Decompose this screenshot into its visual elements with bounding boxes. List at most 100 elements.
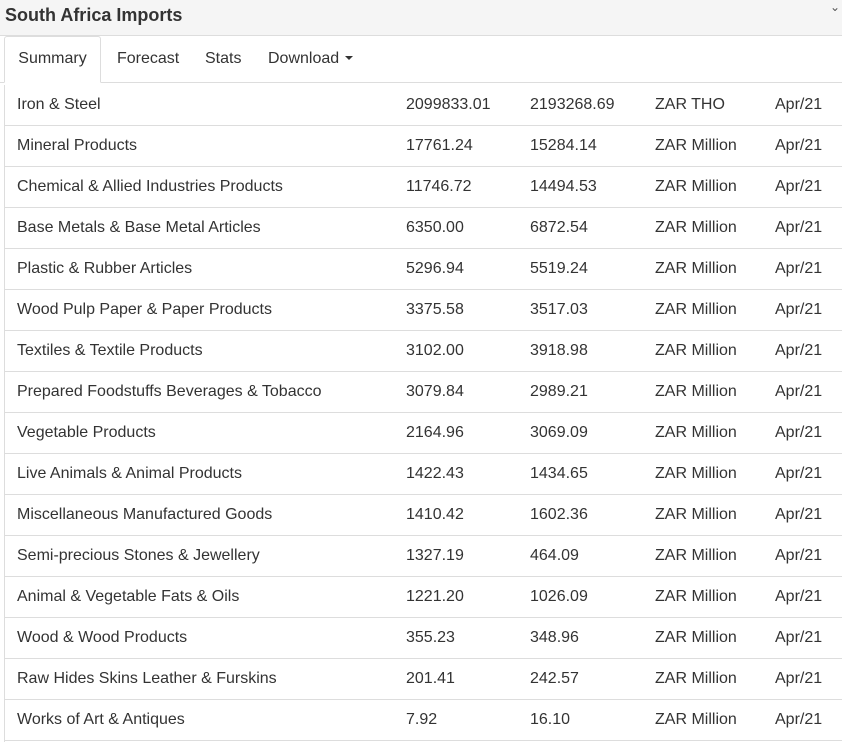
row-unit: ZAR Million — [655, 219, 737, 236]
tab-download-label: Download — [268, 50, 340, 67]
row-date: Apr/21 — [775, 301, 823, 318]
row-name[interactable]: Iron & Steel — [17, 85, 101, 125]
table-row: Plastic & Rubber Articles 5296.94 5519.24 Z… — [5, 249, 842, 290]
row-name[interactable]: Chemical & Allied Industries Products — [17, 167, 283, 207]
row-name[interactable]: Semi-precious Stones & Jewellery — [17, 536, 260, 576]
row-date: Apr/21 — [775, 424, 823, 441]
row-unit: ZAR Million — [655, 588, 737, 605]
row-name[interactable]: Works of Art & Antiques — [17, 700, 185, 740]
tab-stats[interactable]: Stats — [205, 36, 241, 82]
tab-forecast-label: Forecast — [117, 50, 180, 67]
row-last-value: 201.41 — [406, 670, 455, 687]
row-last-value: 1422.43 — [406, 465, 464, 482]
row-name[interactable]: Miscellaneous Manufactured Goods — [17, 495, 272, 535]
row-name[interactable]: Wood & Wood Products — [17, 618, 187, 658]
table-row: Animal & Vegetable Fats & Oils 1221.20 102… — [5, 577, 842, 618]
tab-forecast[interactable]: Forecast — [117, 36, 179, 82]
tab-summary-label: Summary — [18, 50, 87, 67]
row-last-value: 2099833.01 — [406, 96, 491, 113]
row-previous-value: 348.96 — [530, 629, 579, 646]
row-previous-value: 1602.36 — [530, 506, 588, 523]
row-last-value: 355.23 — [406, 629, 455, 646]
row-date: Apr/21 — [775, 219, 823, 236]
row-date: Apr/21 — [775, 96, 823, 113]
row-last-value: 11746.72 — [406, 178, 472, 195]
row-name[interactable]: Prepared Foodstuffs Beverages & Tobacco — [17, 372, 321, 412]
row-unit: ZAR Million — [655, 383, 737, 400]
tab-summary[interactable]: Summary — [4, 36, 101, 83]
row-date: Apr/21 — [775, 629, 823, 646]
table-row: Base Metals & Base Metal Articles 6350.00… — [5, 208, 842, 249]
row-unit: ZAR Million — [655, 711, 737, 728]
row-unit: ZAR Million — [655, 547, 737, 564]
table-row: Wood Pulp Paper & Paper Products 3375.58 3… — [5, 290, 842, 331]
row-unit: ZAR Million — [655, 506, 737, 523]
table-row: Iron & Steel 2099833.01 2193268.69 ZAR THO A… — [5, 85, 842, 126]
title-bar: South Africa Imports ⌄ — [0, 0, 842, 36]
row-last-value: 3079.84 — [406, 383, 464, 400]
row-previous-value: 14494.53 — [530, 178, 597, 195]
row-unit: ZAR Million — [655, 301, 737, 318]
table-row: Chemical & Allied Industries Products 117… — [5, 167, 842, 208]
row-name[interactable]: Raw Hides Skins Leather & Furskins — [17, 659, 277, 699]
row-date: Apr/21 — [775, 506, 823, 523]
page: South Africa Imports ⌄ Summary Forecast … — [0, 0, 842, 742]
row-last-value: 2164.96 — [406, 424, 464, 441]
row-unit: ZAR Million — [655, 424, 737, 441]
table-row: Mineral Products 17761.24 15284.14 ZAR Mill… — [5, 126, 842, 167]
row-unit: ZAR Million — [655, 137, 737, 154]
row-last-value: 3375.58 — [406, 301, 464, 318]
row-previous-value: 3517.03 — [530, 301, 588, 318]
row-unit: ZAR Million — [655, 260, 737, 277]
row-previous-value: 1434.65 — [530, 465, 588, 482]
row-previous-value: 3918.98 — [530, 342, 588, 359]
row-previous-value: 6872.54 — [530, 219, 588, 236]
imports-table: Iron & Steel 2099833.01 2193268.69 ZAR THO A… — [4, 85, 842, 742]
row-unit: ZAR THO — [655, 96, 725, 113]
row-date: Apr/21 — [775, 342, 823, 359]
row-date: Apr/21 — [775, 137, 823, 154]
row-name[interactable]: Base Metals & Base Metal Articles — [17, 208, 261, 248]
tab-stats-label: Stats — [205, 50, 242, 67]
row-previous-value: 16.10 — [530, 711, 571, 728]
row-last-value: 5296.94 — [406, 260, 464, 277]
row-last-value: 1410.42 — [406, 506, 464, 523]
table-row: Prepared Foodstuffs Beverages & Tobacco 3… — [5, 372, 842, 413]
row-unit: ZAR Million — [655, 178, 737, 195]
table-row: Miscellaneous Manufactured Goods 1410.42 1… — [5, 495, 842, 536]
row-previous-value: 2989.21 — [530, 383, 588, 400]
caret-down-icon — [345, 55, 354, 60]
row-date: Apr/21 — [775, 670, 823, 687]
corner-caret-icon: ⌄ — [829, 0, 840, 14]
row-date: Apr/21 — [775, 547, 823, 564]
row-last-value: 7.92 — [406, 711, 438, 728]
row-previous-value: 15284.14 — [530, 137, 597, 154]
row-previous-value: 242.57 — [530, 670, 579, 687]
table-row: Semi-precious Stones & Jewellery 1327.19 4… — [5, 536, 842, 577]
row-last-value: 3102.00 — [406, 342, 464, 359]
row-name[interactable]: Vegetable Products — [17, 413, 156, 453]
table-row: Live Animals & Animal Products 1422.43 143… — [5, 454, 842, 495]
tab-download[interactable]: Download — [268, 36, 354, 82]
table-row: Vegetable Products 2164.96 3069.09 ZAR Mill… — [5, 413, 842, 454]
row-date: Apr/21 — [775, 465, 823, 482]
row-name[interactable]: Mineral Products — [17, 126, 137, 166]
row-last-value: 17761.24 — [406, 137, 473, 154]
page-title: South Africa Imports — [5, 5, 183, 25]
table-row: Wood & Wood Products 355.23 348.96 ZAR Mill… — [5, 618, 842, 659]
row-previous-value: 464.09 — [530, 547, 579, 564]
row-previous-value: 2193268.69 — [530, 96, 615, 113]
row-unit: ZAR Million — [655, 670, 737, 687]
row-name[interactable]: Textiles & Textile Products — [17, 331, 203, 371]
row-previous-value: 5519.24 — [530, 260, 588, 277]
row-unit: ZAR Million — [655, 465, 737, 482]
table-row: Textiles & Textile Products 3102.00 3918.9… — [5, 331, 842, 372]
row-name[interactable]: Animal & Vegetable Fats & Oils — [17, 577, 239, 617]
row-previous-value: 1026.09 — [530, 588, 588, 605]
tab-bar: Summary Forecast Stats Download — [0, 36, 842, 83]
row-name[interactable]: Plastic & Rubber Articles — [17, 249, 192, 289]
row-name[interactable]: Live Animals & Animal Products — [17, 454, 242, 494]
row-name[interactable]: Wood Pulp Paper & Paper Products — [17, 290, 272, 330]
row-unit: ZAR Million — [655, 629, 737, 646]
table-row: Works of Art & Antiques 7.92 16.10 ZAR Mill… — [5, 700, 842, 741]
